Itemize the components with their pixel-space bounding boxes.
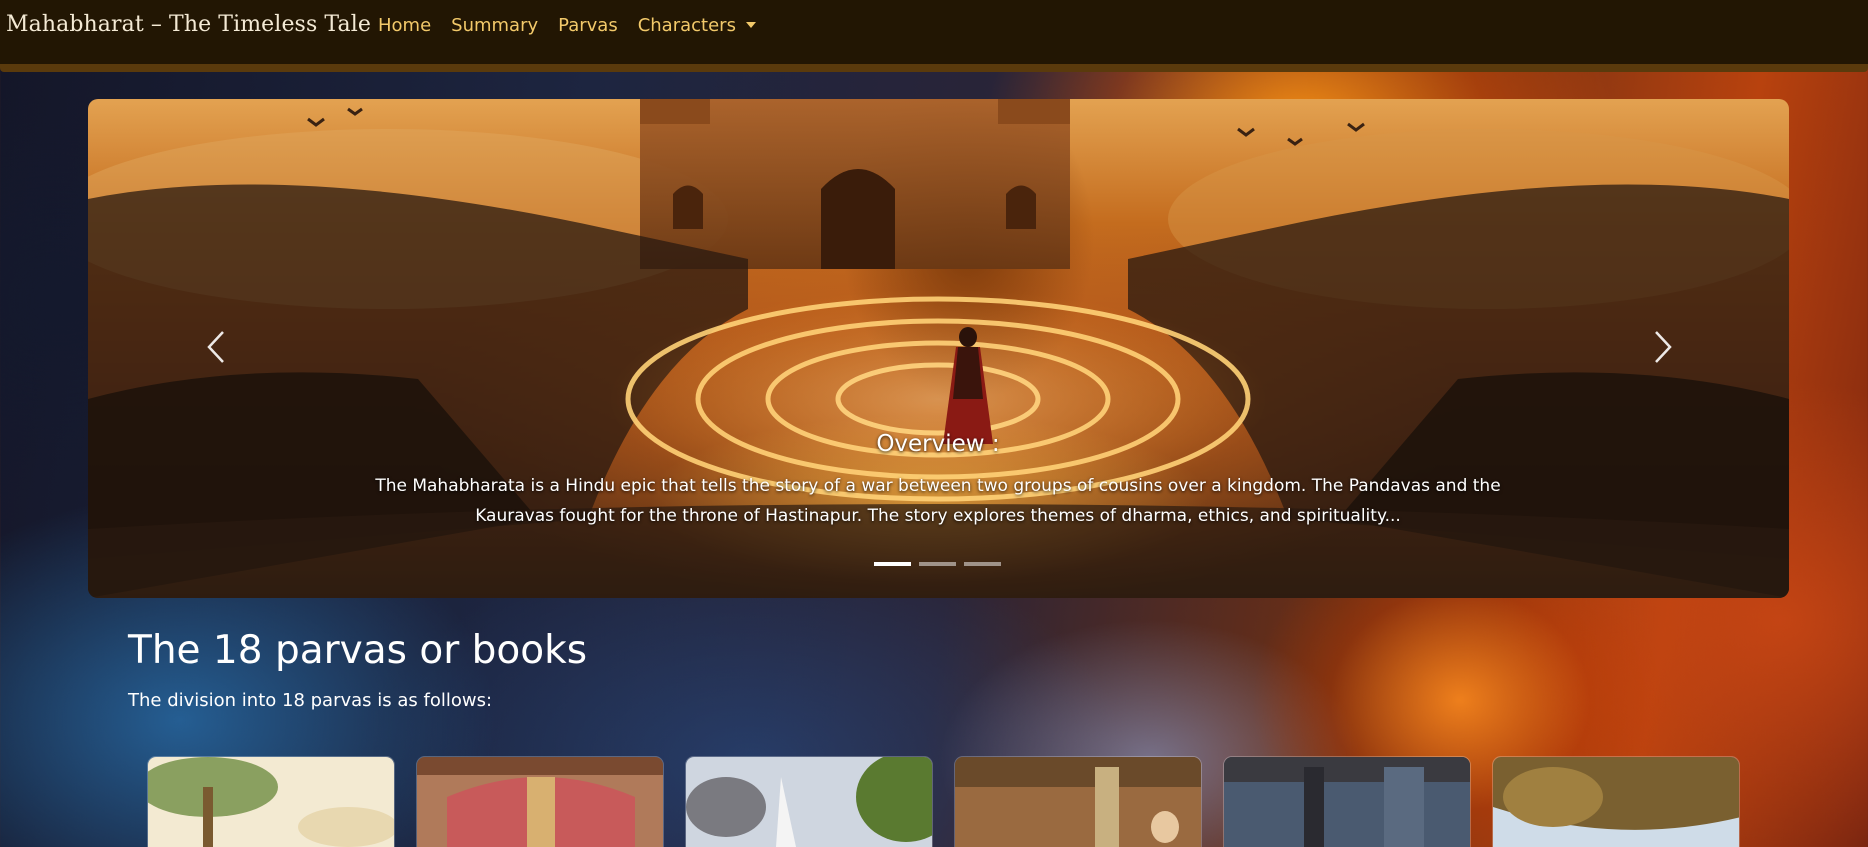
carousel-indicator-2[interactable] <box>919 562 956 566</box>
carousel-caption-title: Overview : <box>876 431 1000 457</box>
carousel-caption: Overview : The Mahabharata is a Hindu ep… <box>338 429 1538 531</box>
nav-dropdown-characters-label: Characters <box>637 15 736 36</box>
parva-card-image <box>1493 757 1739 847</box>
nav-link-parvas-label: Parvas <box>558 15 618 36</box>
parva-card[interactable] <box>147 756 395 847</box>
parva-card[interactable] <box>1223 756 1471 847</box>
chevron-left-icon <box>207 331 224 363</box>
parva-card[interactable] <box>954 756 1202 847</box>
parva-card[interactable] <box>1492 756 1740 847</box>
nav-link-parvas[interactable]: Parvas <box>558 15 618 36</box>
nav-link-summary-label: Summary <box>451 15 539 36</box>
nav-link-home-label: Home <box>378 15 432 36</box>
parvas-section-subtitle: The division into 18 parvas is as follow… <box>128 690 493 711</box>
carousel-caption-text: The Mahabharata is a Hindu epic that tel… <box>375 476 1501 526</box>
navbar: Mahabharat – The Timeless Tale Home Summ… <box>0 0 1868 72</box>
carousel-indicator-1[interactable] <box>874 562 911 566</box>
carousel-indicator-3[interactable] <box>964 562 1001 566</box>
parva-card-image <box>955 757 1201 847</box>
parvas-section-title: The 18 parvas or books <box>128 628 588 673</box>
hero-carousel: Overview : The Mahabharata is a Hindu ep… <box>88 99 1789 598</box>
nav-link-summary[interactable]: Summary <box>451 15 538 36</box>
site-brand[interactable]: Mahabharat – The Timeless Tale <box>6 12 371 37</box>
parva-cards-row <box>147 756 1740 847</box>
parva-card[interactable] <box>685 756 933 847</box>
chevron-right-icon <box>1655 331 1672 363</box>
parva-card-image <box>417 757 663 847</box>
nav-dropdown-characters[interactable]: Characters <box>638 15 756 36</box>
nav-links: Home Summary Parvas Characters <box>378 15 756 36</box>
carousel-prev-button[interactable] <box>196 327 236 367</box>
carousel-next-button[interactable] <box>1643 327 1683 367</box>
caret-down-icon <box>745 21 756 28</box>
carousel-indicators <box>874 562 1001 566</box>
parva-card[interactable] <box>416 756 664 847</box>
parva-card-image <box>148 757 394 847</box>
parva-card-image <box>686 757 932 847</box>
nav-link-home[interactable]: Home <box>378 15 431 36</box>
parva-card-image <box>1224 757 1470 847</box>
